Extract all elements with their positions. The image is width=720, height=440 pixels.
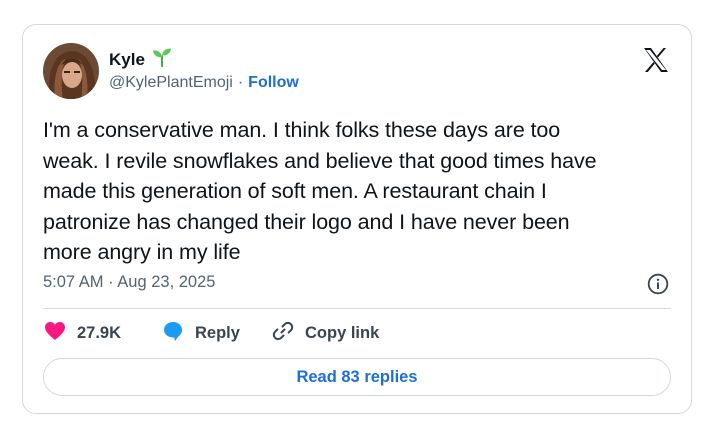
author-name[interactable]: Kyle (109, 50, 145, 70)
speech-bubble-icon (161, 319, 185, 348)
reply-label: Reply (195, 323, 240, 342)
x-logo-icon[interactable] (641, 45, 671, 75)
copy-link-label: Copy link (305, 323, 380, 342)
follow-button[interactable]: Follow (248, 74, 299, 92)
read-replies-button[interactable]: Read 83 replies (43, 358, 671, 396)
heart-icon (43, 319, 67, 348)
like-count: 27.9K (77, 323, 122, 342)
info-icon[interactable] (647, 273, 669, 295)
sprout-icon (151, 46, 173, 73)
copy-link-button[interactable]: Copy link (271, 319, 379, 348)
divider (43, 308, 671, 309)
tweet-card: Kyle @KylePlantEmoji · Follow I'm a cons… (22, 24, 692, 414)
tweet-timestamp[interactable]: 5:07 AM · Aug 23, 2025 (43, 273, 215, 292)
tweet-text: I'm a conservative man. I think folks th… (43, 118, 597, 264)
handle-row: @KylePlantEmoji · Follow (109, 74, 299, 92)
author-name-row: Kyle (109, 46, 173, 73)
separator-dot: · (237, 74, 244, 91)
reply-button[interactable]: Reply (161, 319, 271, 348)
link-icon (271, 319, 295, 348)
like-button[interactable]: 27.9K (43, 319, 161, 348)
avatar[interactable] (43, 43, 99, 99)
author-handle[interactable]: @KylePlantEmoji (109, 74, 233, 92)
action-bar: 27.9K Reply Copy link (43, 321, 379, 345)
